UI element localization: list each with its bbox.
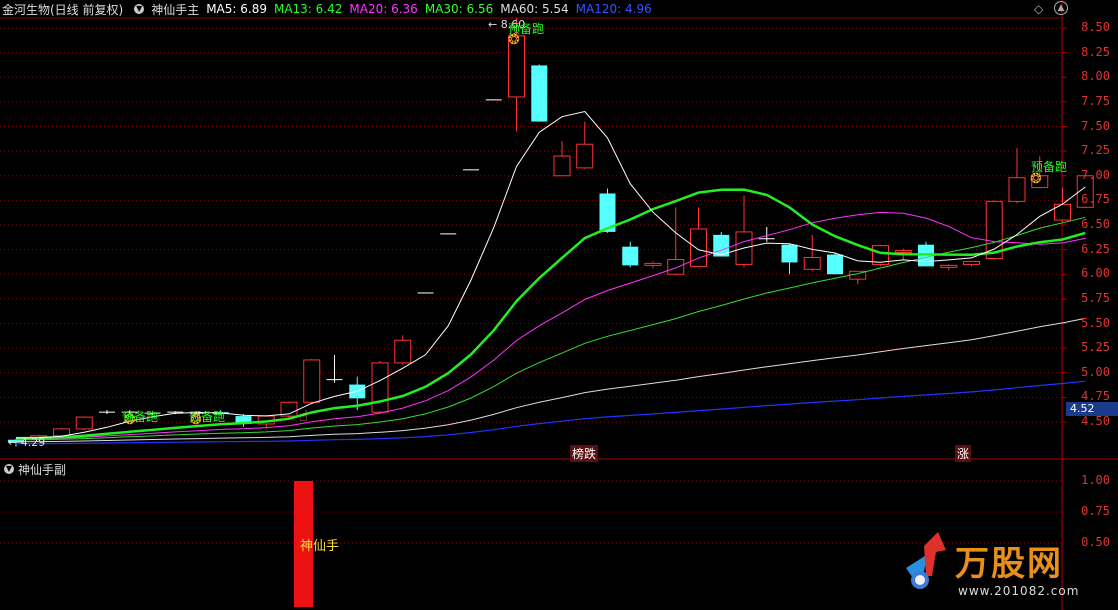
price-tick-label: 7.25 [1081, 143, 1110, 158]
price-tick-label: 6.00 [1081, 266, 1110, 281]
price-tick-label: 5.75 [1081, 290, 1110, 305]
indicator-name[interactable]: 神仙手主 [151, 1, 199, 18]
price-tick-label: 4.50 [1081, 414, 1110, 428]
candle-body [576, 143, 594, 169]
ma13-readout: MA13: 6.42 [273, 2, 343, 16]
candle-body [394, 339, 412, 364]
price-tick-label: 6.75 [1081, 192, 1110, 207]
price-tick-label: 8.00 [1081, 69, 1110, 84]
low-value: 4.29 [20, 436, 46, 449]
watermark-url: www.201082.com [958, 584, 1080, 598]
ma20-readout: MA20: 6.36 [349, 2, 418, 16]
price-tick-label: 7.50 [1081, 118, 1110, 133]
sub-bar-label: 神仙手 [300, 539, 340, 554]
hand-pointer-icon: ☝ [299, 407, 308, 425]
price-tick-label: 8.50 [1081, 20, 1110, 34]
ma5-readout: MA5: 6.89 [206, 2, 267, 16]
candle-body [371, 362, 389, 413]
watermark-brand: 万股网 [955, 544, 1063, 584]
sub-header: ▼ 神仙手副 [0, 460, 66, 478]
signal-label: 预备跑 [1031, 160, 1068, 174]
ma60-readout: MA60: 5.54 [500, 2, 569, 16]
chevron-down-icon[interactable]: ▼ [134, 4, 145, 14]
chevron-down-icon[interactable]: ▼ [4, 464, 14, 474]
ma13-line [15, 188, 1086, 440]
price-tick-label: 7.00 [1081, 167, 1110, 182]
candle-body [963, 260, 980, 265]
price-tick-label: 6.50 [1081, 217, 1110, 231]
main-header: 金河生物(日线 前复权) ▼ 神仙手主 MA5: 6.89 MA13: 6.42… [2, 0, 659, 18]
price-tick-label: 7.75 [1081, 93, 1110, 108]
price-tick-label: 5.50 [1081, 315, 1110, 330]
fall-tag: 榜跌 [570, 445, 599, 462]
low-price-label: ← 4.29 [8, 436, 46, 449]
price-tick-label: 5.00 [1081, 364, 1110, 379]
candle-body [644, 262, 662, 266]
stock-title[interactable]: 金河生物(日线 前复权) [2, 1, 123, 18]
candle-body [803, 257, 821, 270]
signal-label: 预备跑 [508, 22, 545, 36]
chart-canvas[interactable]: ❂ ❂❂❂☝ [0, 0, 1118, 610]
candle-body [781, 244, 798, 263]
current-price-box: 4.52 [1066, 402, 1118, 416]
price-tick-label: 6.25 [1081, 241, 1110, 256]
candle-body [827, 254, 843, 275]
ma30-readout: MA30: 6.56 [424, 2, 494, 16]
candle-body [553, 155, 571, 177]
candle-body [667, 258, 685, 275]
candle-body [1008, 177, 1026, 202]
candle-body [894, 250, 912, 254]
price-tick-label: 8.25 [1081, 44, 1110, 59]
signal-label: 预备跑 [189, 410, 226, 424]
chart-window: ❂ ❂ ❂ ❂ ☝ 金河生物(日线 前复权) ▼ 神仙手主 MA5: 6.89 MA13… [0, 0, 1118, 610]
ma60-line [15, 317, 1086, 443]
candle-body [303, 359, 321, 403]
rise-tag: 涨 [955, 445, 972, 462]
ma120-readout: MA120: 4.96 [575, 2, 652, 16]
sub-tick-label: 0.75 [1081, 504, 1110, 518]
diamond-icon[interactable]: ◇ [1034, 2, 1043, 16]
chevron-up-icon[interactable]: ▲ [1054, 1, 1068, 15]
sub-indicator-name[interactable]: 神仙手副 [18, 461, 66, 478]
signal-label: 预备跑 [122, 410, 159, 424]
price-tick-label: 5.25 [1081, 340, 1110, 355]
candle-body [75, 416, 93, 430]
candle-body [622, 246, 639, 266]
candle-body [531, 65, 548, 122]
candle-body [940, 264, 958, 268]
sub-tick-label: 1.00 [1081, 473, 1110, 487]
